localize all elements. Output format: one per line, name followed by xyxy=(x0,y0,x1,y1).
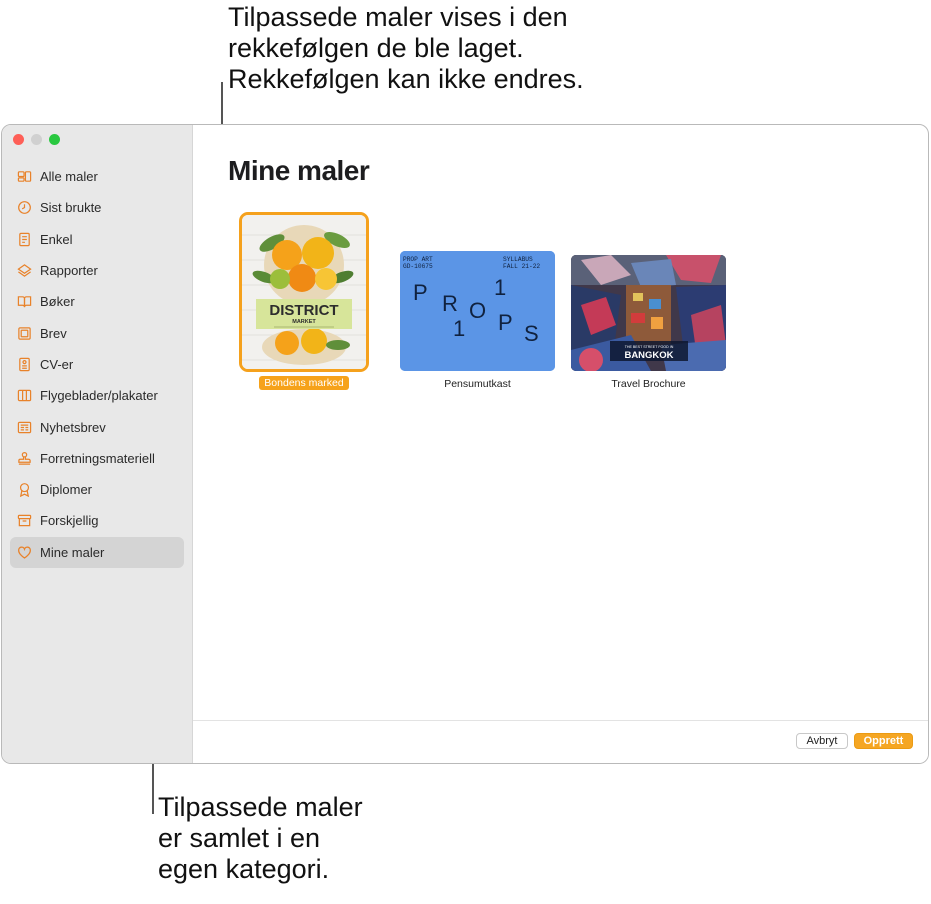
sidebar-item-alle-maler[interactable]: Alle maler xyxy=(10,161,184,192)
sidebar-item-mine-maler[interactable]: Mine maler xyxy=(10,536,184,568)
flyer-icon xyxy=(16,388,32,404)
cover-letter-p: P xyxy=(413,280,428,305)
sidebar-item-label: Brev xyxy=(40,325,67,341)
sidebar-item-label: Forretningsmateriell xyxy=(40,450,155,466)
sidebar-item-sist-brukte[interactable]: Sist brukte xyxy=(10,192,184,223)
document-icon xyxy=(16,231,32,247)
sidebar-item-label: Sist brukte xyxy=(40,200,102,216)
cover-title-district: DISTRICT xyxy=(269,302,338,319)
cover-small-text: THE BEST STREET FOOD IN xyxy=(625,345,674,349)
sidebar-item-boker[interactable]: Bøker xyxy=(10,286,184,317)
resume-icon xyxy=(16,356,32,372)
cover-title-bangkok: BANGKOK xyxy=(624,350,673,361)
sidebar-item-nyhetsbrev[interactable]: Nyhetsbrev xyxy=(10,411,184,442)
bangkok-cover-art: THE BEST STREET FOOD IN BANGKOK xyxy=(571,255,726,371)
zoom-window-button[interactable] xyxy=(49,134,60,145)
cover-letter-r: R xyxy=(442,291,458,316)
sidebar-item-label: Forskjellig xyxy=(40,513,99,529)
close-window-button[interactable] xyxy=(13,134,24,145)
sidebar-item-cv-er[interactable]: CV-er xyxy=(10,349,184,380)
callout-bottom: Tilpassede maler er samlet i en egen kat… xyxy=(158,792,418,885)
cover-top-right-2: FALL 21-22 xyxy=(503,263,540,270)
reports-icon xyxy=(16,263,32,279)
sidebar-item-label: Mine maler xyxy=(40,544,105,560)
sidebar-item-label: Nyhetsbrev xyxy=(40,419,106,435)
template-card-pensumutkast[interactable]: PROP ART GD-10675 SYLLABUS FALL 21-22 P … xyxy=(400,251,555,371)
sidebar-item-forskjellig[interactable]: Forskjellig xyxy=(10,505,184,536)
cover-top-left-2: GD-10675 xyxy=(403,263,433,270)
template-card-bondens-marked[interactable]: DISTRICT MARKET xyxy=(239,212,369,372)
callout-top-line-1: Tilpassede maler vises i den xyxy=(228,2,568,32)
footer-bar: Avbryt Opprett xyxy=(193,720,928,763)
district-market-cover-art: DISTRICT MARKET xyxy=(242,215,366,369)
callout-top: Tilpassede maler vises i den rekkefølgen… xyxy=(228,2,648,95)
cover-subtitle-market: MARKET xyxy=(292,319,316,325)
cancel-button[interactable]: Avbryt xyxy=(796,733,848,749)
sidebar-item-brev[interactable]: Brev xyxy=(10,317,184,348)
sidebar-item-label: Diplomer xyxy=(40,482,93,498)
template-label-travel-brochure: Travel Brochure xyxy=(611,378,686,390)
archive-box-icon xyxy=(16,513,32,529)
sidebar-item-label: Bøker xyxy=(40,294,75,310)
window-controls xyxy=(13,134,60,145)
callout-top-line-2: rekkefølgen de ble laget. xyxy=(228,33,524,63)
sidebar-item-enkel[interactable]: Enkel xyxy=(10,224,184,255)
sidebar-item-label: Enkel xyxy=(40,231,73,247)
sidebar-item-diplomer[interactable]: Diplomer xyxy=(10,474,184,505)
create-button[interactable]: Opprett xyxy=(854,733,913,749)
sidebar-item-label: Alle maler xyxy=(40,169,98,185)
sidebar-item-rapporter[interactable]: Rapporter xyxy=(10,255,184,286)
all-templates-icon xyxy=(16,169,32,185)
template-label-pensumutkast: Pensumutkast xyxy=(444,378,511,390)
clock-icon xyxy=(16,200,32,216)
template-thumbnail-bangkok[interactable]: THE BEST STREET FOOD IN BANGKOK xyxy=(571,255,726,371)
main-content: Mine maler DISTRICT MARKET Bondens marke… xyxy=(193,125,928,763)
stamp-icon xyxy=(16,450,32,466)
cover-letter-p2: P xyxy=(498,310,513,335)
template-thumbnail-district-market[interactable]: DISTRICT MARKET xyxy=(239,212,369,372)
page-title: Mine maler xyxy=(228,155,370,186)
minimize-window-button[interactable] xyxy=(31,134,42,145)
ribbon-icon xyxy=(16,482,32,498)
callout-top-line-3: Rekkefølgen kan ikke endres. xyxy=(228,64,584,94)
newsletter-icon xyxy=(16,419,32,435)
heart-icon xyxy=(16,544,32,560)
callout-bottom-line-2: er samlet i en xyxy=(158,823,321,853)
sidebar-item-flygeblader-plakater[interactable]: Flygeblader/plakater xyxy=(10,380,184,411)
book-icon xyxy=(16,294,32,310)
selected-template-label: Bondens marked xyxy=(259,376,349,390)
cover-top-right-1: SYLLABUS xyxy=(503,256,533,263)
sidebar-item-label: Rapporter xyxy=(40,263,98,279)
category-list: Alle maler Sist brukte Enkel Rapporter B… xyxy=(10,161,184,568)
cover-digit-1b: 1 xyxy=(453,316,465,341)
template-label-bondens-marked: Bondens marked xyxy=(239,376,369,390)
callout-bottom-line-3: egen kategori. xyxy=(158,854,330,884)
cover-letter-o: O xyxy=(469,298,486,323)
sidebar: Alle maler Sist brukte Enkel Rapporter B… xyxy=(2,125,193,763)
sidebar-item-forretningsmateriell[interactable]: Forretningsmateriell xyxy=(10,443,184,474)
cover-digit-1a: 1 xyxy=(494,275,506,300)
cover-top-left-1: PROP ART xyxy=(403,256,433,263)
callout-bottom-line-1: Tilpassede maler xyxy=(158,792,363,822)
syllabus-cover-art: PROP ART GD-10675 SYLLABUS FALL 21-22 P … xyxy=(400,251,555,371)
template-chooser-window: Alle maler Sist brukte Enkel Rapporter B… xyxy=(1,124,929,764)
cover-letter-s: S xyxy=(524,321,539,346)
template-card-travel-brochure[interactable]: THE BEST STREET FOOD IN BANGKOK xyxy=(571,255,726,371)
template-thumbnail-syllabus[interactable]: PROP ART GD-10675 SYLLABUS FALL 21-22 P … xyxy=(400,251,555,371)
sidebar-item-label: Flygeblader/plakater xyxy=(40,388,158,404)
letter-icon xyxy=(16,325,32,341)
sidebar-item-label: CV-er xyxy=(40,356,74,372)
